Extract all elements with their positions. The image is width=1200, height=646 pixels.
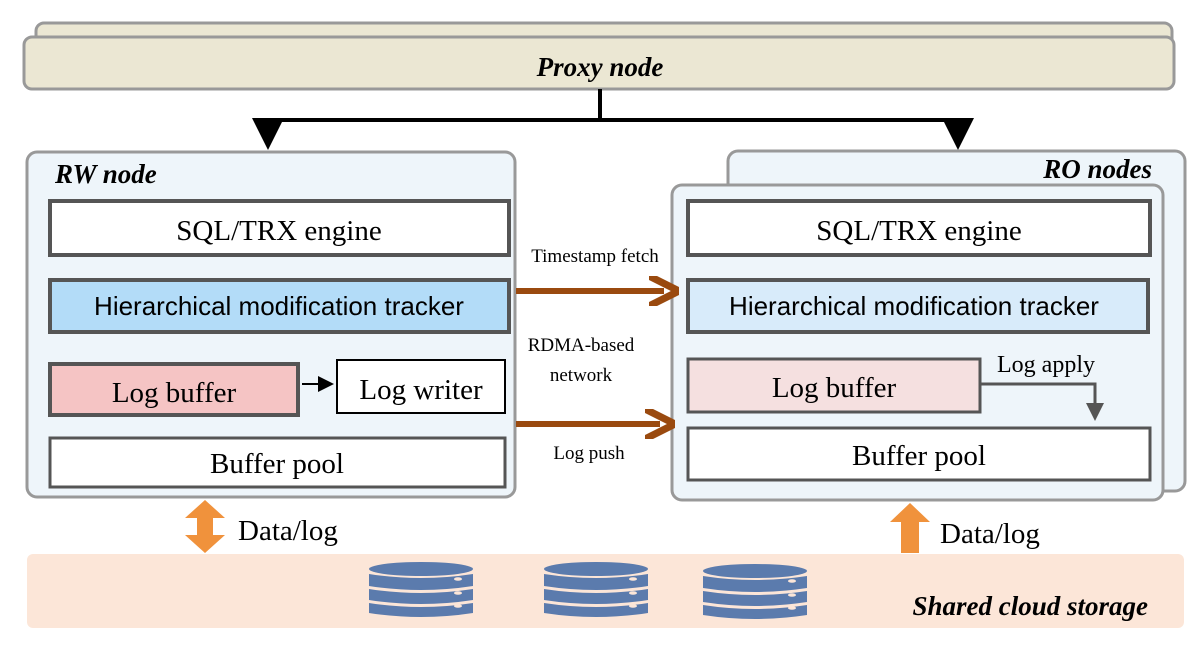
rw-modification-tracker: Hierarchical modification tracker — [48, 278, 511, 334]
rw-buffer-pool: Buffer pool — [48, 436, 507, 489]
ro-data-log-label: Data/log — [940, 518, 1040, 550]
ro-sql-engine: SQL/TRX engine — [686, 199, 1152, 257]
ro-nodes-title: RO nodes — [1042, 154, 1152, 184]
log-push-label: Log push — [553, 443, 625, 464]
rw-node: RW node SQL/TRX engine Hierarchical modi… — [25, 150, 517, 499]
shared-cloud-storage-label: Shared cloud storage — [912, 591, 1148, 621]
network: Timestamp fetch RDMA-based network Log p… — [516, 246, 664, 464]
ro-log-buffer: Log buffer — [686, 357, 982, 414]
ro-log-buffer-label: Log buffer — [772, 372, 897, 404]
rw-tracker-label: Hierarchical modification tracker — [94, 291, 464, 321]
ro-modification-tracker: Hierarchical modification tracker — [686, 278, 1150, 334]
rw-sql-engine: SQL/TRX engine — [48, 199, 511, 257]
proxy-routing-arrows — [252, 89, 974, 150]
ro-storage-up-arrow — [890, 503, 930, 553]
shared-cloud-storage: Shared cloud storage — [27, 554, 1184, 628]
architecture-diagram: Proxy node RW node SQL/TRX engine Hierar… — [22, 21, 1187, 628]
rw-sql-engine-label: SQL/TRX engine — [176, 215, 381, 247]
rw-buffer-pool-label: Buffer pool — [210, 448, 344, 480]
log-apply-label: Log apply — [997, 352, 1095, 378]
ro-buffer-pool: Buffer pool — [686, 426, 1152, 482]
proxy-node-label: Proxy node — [536, 52, 664, 82]
rdma-label-line1: RDMA-based — [528, 335, 635, 356]
rw-log-writer: Log writer — [336, 359, 506, 414]
ro-nodes: RO nodes SQL/TRX engine Hierarchical mod… — [670, 149, 1187, 502]
rw-log-buffer: Log buffer — [48, 362, 300, 417]
proxy-node: Proxy node — [22, 21, 1176, 91]
rdma-label-line2: network — [550, 365, 613, 386]
rw-data-log-label: Data/log — [238, 515, 338, 547]
ro-buffer-pool-label: Buffer pool — [852, 440, 986, 472]
rw-storage-double-arrow — [185, 500, 225, 553]
rw-log-writer-label: Log writer — [359, 374, 483, 406]
rw-log-buffer-label: Log buffer — [112, 377, 237, 409]
timestamp-fetch-label: Timestamp fetch — [531, 246, 659, 267]
ro-tracker-label: Hierarchical modification tracker — [729, 291, 1099, 321]
rw-node-title: RW node — [54, 159, 157, 189]
ro-sql-engine-label: SQL/TRX engine — [816, 215, 1021, 247]
